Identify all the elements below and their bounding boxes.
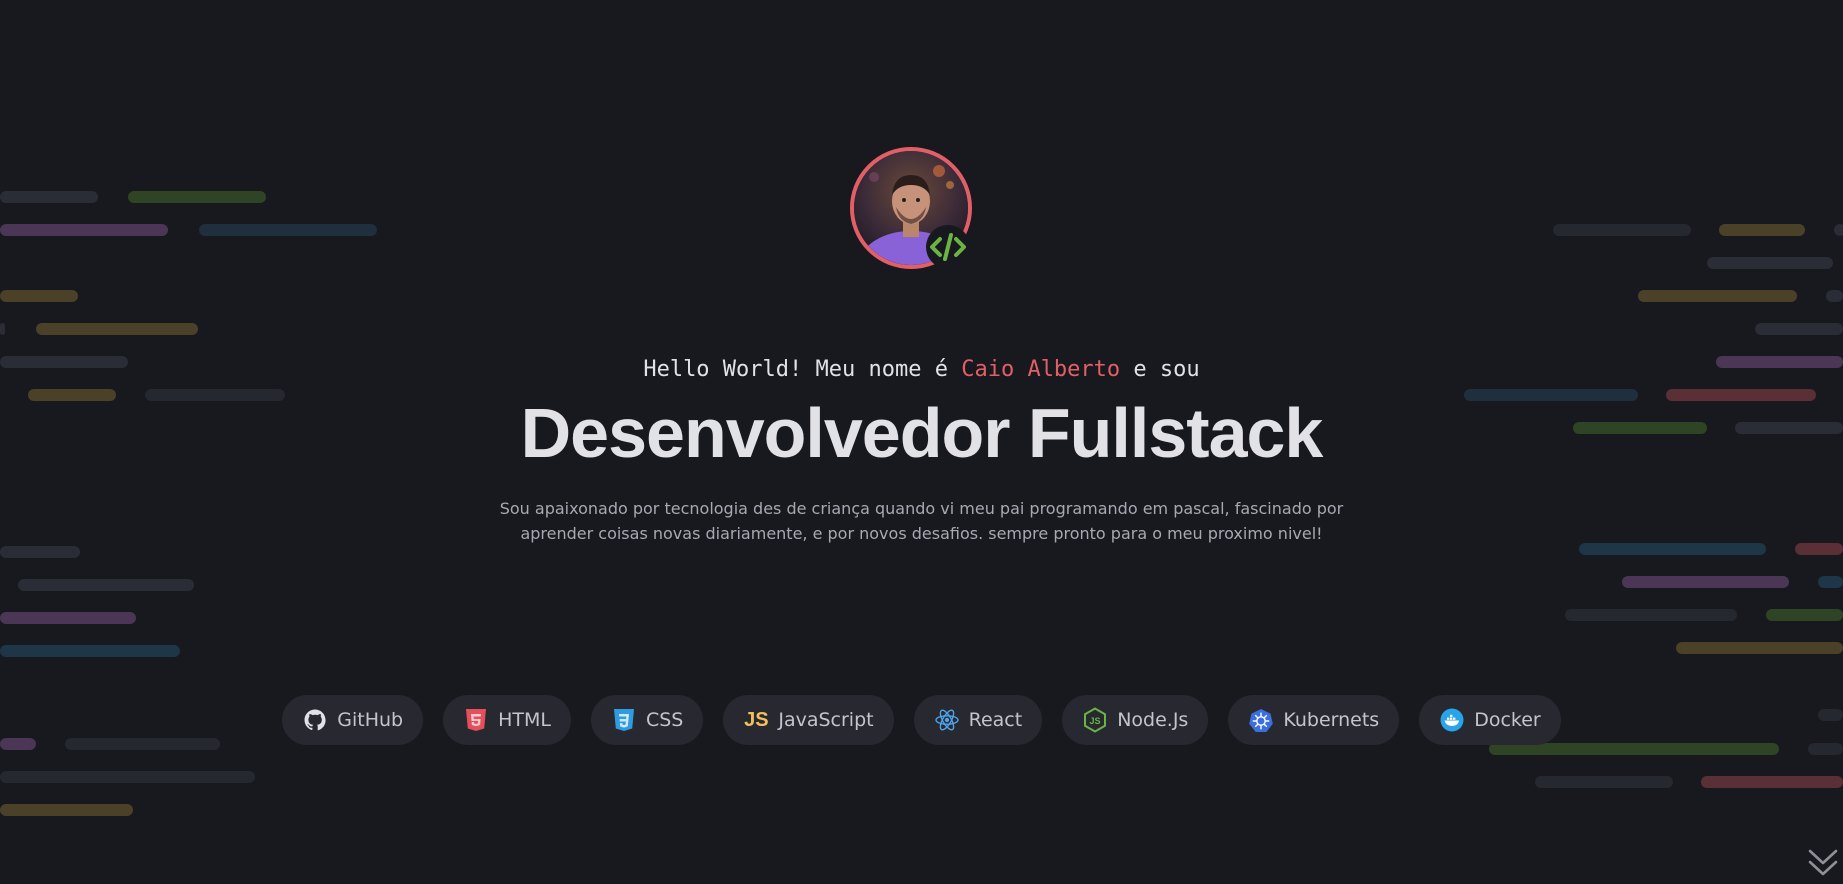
code-line bbox=[0, 290, 78, 302]
tech-chip-javascript[interactable]: JS JavaScript bbox=[723, 695, 894, 745]
tech-label: JavaScript bbox=[778, 709, 874, 731]
profile-avatar bbox=[850, 147, 972, 269]
css3-icon bbox=[611, 707, 637, 733]
tech-list: GitHub HTML CSS JS JavaScript React JS N… bbox=[0, 695, 1843, 745]
code-line bbox=[1565, 609, 1737, 621]
code-line bbox=[1707, 257, 1833, 269]
code-line bbox=[1638, 290, 1797, 302]
javascript-icon: JS bbox=[744, 708, 769, 731]
tech-label: React bbox=[968, 709, 1023, 731]
code-line bbox=[0, 224, 168, 236]
tech-label: Docker bbox=[1474, 709, 1541, 731]
code-line bbox=[0, 645, 180, 657]
code-line bbox=[1795, 543, 1843, 555]
code-line bbox=[128, 191, 266, 203]
greeting-prefix: Hello World! Meu nome é bbox=[643, 357, 948, 382]
github-icon bbox=[302, 707, 328, 733]
code-line bbox=[36, 323, 198, 335]
tech-label: Node.Js bbox=[1117, 709, 1189, 731]
code-line bbox=[1701, 776, 1843, 788]
greeting-line: Hello World! Meu nome é Caio Alberto e s… bbox=[0, 357, 1843, 382]
code-line bbox=[0, 771, 255, 783]
tech-chip-css[interactable]: CSS bbox=[590, 695, 704, 745]
code-line bbox=[1766, 609, 1843, 621]
react-icon bbox=[934, 707, 960, 733]
code-line bbox=[0, 804, 133, 816]
code-line bbox=[0, 191, 98, 203]
code-line bbox=[1579, 543, 1766, 555]
tech-label: HTML bbox=[498, 709, 551, 731]
kubernetes-icon bbox=[1248, 707, 1274, 733]
tech-label: GitHub bbox=[337, 709, 404, 731]
developer-name: Caio Alberto bbox=[961, 357, 1121, 382]
hero-section: Hello World! Meu nome é Caio Alberto e s… bbox=[0, 0, 1843, 884]
code-line bbox=[1535, 776, 1673, 788]
page-title: Desenvolvedor Fullstack bbox=[520, 394, 1324, 472]
tech-chip-react[interactable]: React bbox=[913, 695, 1043, 745]
code-line bbox=[199, 224, 377, 236]
code-line bbox=[1676, 642, 1843, 654]
code-line bbox=[1553, 224, 1691, 236]
hero-description: Sou apaixonado por tecnologia des de cri… bbox=[499, 499, 1344, 543]
tech-chip-html[interactable]: HTML bbox=[443, 695, 571, 745]
tech-chip-nodejs[interactable]: JS Node.Js bbox=[1062, 695, 1209, 745]
code-line bbox=[1818, 576, 1843, 588]
docker-icon bbox=[1439, 707, 1465, 733]
code-line bbox=[1755, 323, 1843, 335]
code-line bbox=[1826, 290, 1843, 302]
code-line bbox=[1719, 224, 1805, 236]
code-line bbox=[18, 579, 194, 591]
code-line bbox=[1622, 576, 1789, 588]
code-line bbox=[0, 546, 80, 558]
nodejs-icon: JS bbox=[1082, 707, 1108, 733]
tech-chip-kubernetes[interactable]: Kubernets bbox=[1228, 695, 1400, 745]
svg-text:JS: JS bbox=[1090, 716, 1101, 726]
tech-chip-github[interactable]: GitHub bbox=[282, 695, 424, 745]
code-line bbox=[1834, 224, 1843, 236]
scroll-down-icon[interactable] bbox=[1806, 846, 1840, 880]
html5-icon bbox=[463, 707, 489, 733]
code-icon bbox=[926, 225, 970, 269]
code-line bbox=[0, 612, 136, 624]
code-line bbox=[0, 323, 5, 335]
greeting-suffix: e sou bbox=[1133, 357, 1200, 382]
tech-label: CSS bbox=[645, 709, 684, 731]
tech-label: Kubernets bbox=[1283, 709, 1380, 731]
tech-chip-docker[interactable]: Docker bbox=[1419, 695, 1561, 745]
